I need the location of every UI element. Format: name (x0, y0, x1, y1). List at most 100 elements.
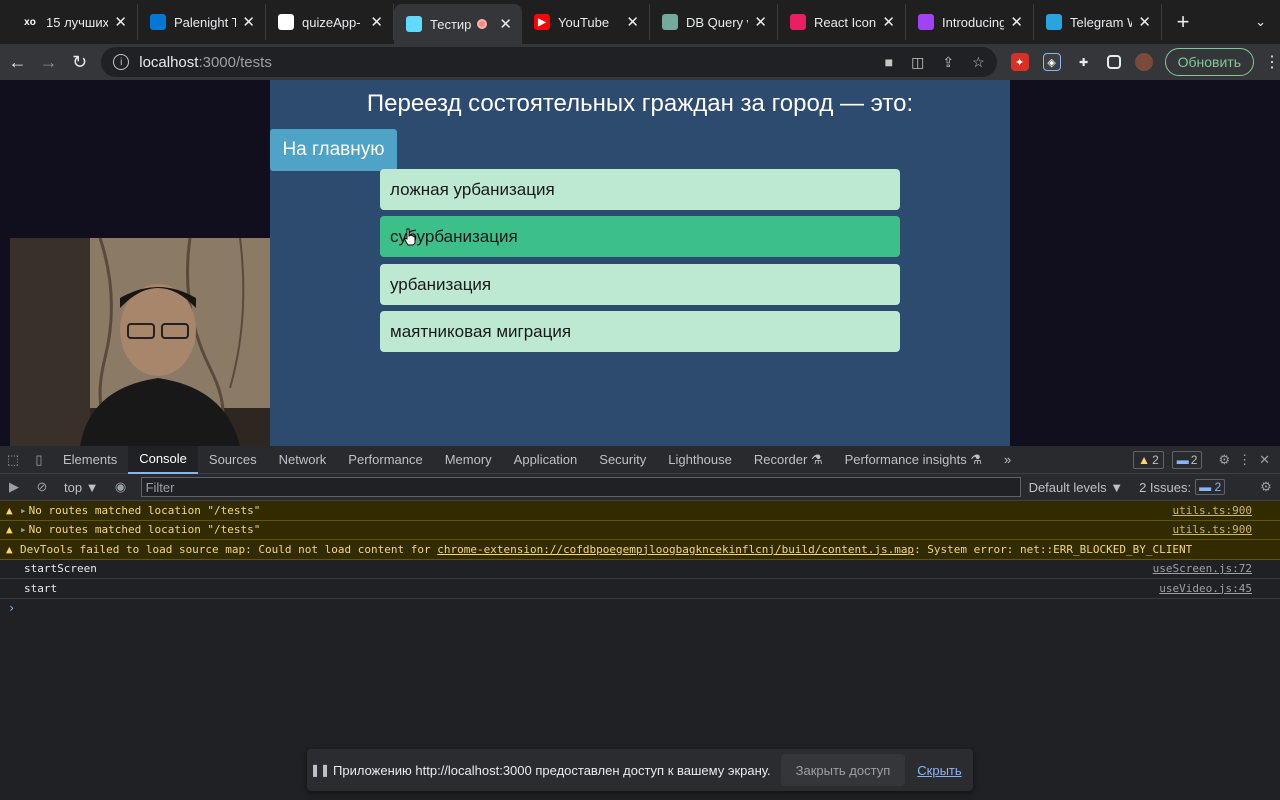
warning-icon: ▲ (6, 542, 13, 556)
devtools-tab[interactable]: Console (128, 445, 198, 474)
menu-icon[interactable]: ⋮ (1264, 52, 1280, 72)
device-toggle-icon[interactable]: ▯ (26, 446, 52, 474)
url-path: :3000/tests (198, 53, 272, 71)
share-icon[interactable]: ⇪ (942, 54, 954, 71)
reload-icon[interactable]: ↻ (66, 46, 93, 78)
tab-title: Telegram W (1070, 14, 1132, 30)
browser-tab[interactable]: Тестир ✕ (394, 4, 522, 44)
answer-option[interactable]: маятниковая миграция (380, 311, 900, 352)
warning-icon: ▲ (6, 503, 13, 517)
answer-option[interactable]: урбанизация (380, 264, 900, 305)
home-button[interactable]: На главную (270, 129, 397, 171)
tab-title: Palenight T (174, 14, 237, 30)
browser-tab[interactable]: ▶ YouTube ✕ (522, 4, 650, 40)
devtools-tab[interactable]: Security (588, 446, 657, 474)
browser-tab[interactable]: quizeApp- ✕ (266, 4, 394, 40)
browser-toolbar: ← → ↻ i localhost:3000/tests ■ ◫ ⇪ ☆ ✦ ◈… (0, 44, 1280, 80)
close-icon[interactable]: ✕ (1138, 13, 1151, 31)
browser-tab[interactable]: xo 15 лучших ✕ (10, 4, 138, 40)
expand-icon[interactable]: ▸ (20, 523, 27, 536)
tab-search-icon[interactable]: ⌄ (1255, 14, 1266, 30)
console-prompt[interactable]: › (0, 599, 1280, 617)
more-tabs-icon[interactable]: » (993, 446, 1022, 474)
source-link[interactable]: utils.ts:900 (1173, 504, 1252, 517)
screen-share-bar: ❚❚ Приложению http://localhost:3000 пред… (307, 749, 973, 791)
stop-sharing-button[interactable]: Закрыть доступ (780, 754, 906, 786)
source-map-link[interactable]: chrome-extension://cofdbpoegempjloogbagk… (437, 543, 914, 556)
filter-input[interactable]: Filter (140, 477, 1021, 497)
tab-strip: xo 15 лучших ✕ Palenight T ✕ quizeApp- ✕ Тестир… (0, 0, 1280, 44)
back-icon[interactable]: ← (4, 46, 31, 78)
extension-red-icon[interactable]: ✦ (1010, 53, 1029, 71)
close-icon[interactable]: ✕ (754, 13, 767, 31)
messages-badge[interactable]: ▬ 2 (1171, 450, 1203, 469)
browser-tab[interactable]: Palenight T ✕ (138, 4, 266, 40)
inspect-icon[interactable]: ⬚ (0, 446, 26, 474)
bookmark-star-icon[interactable]: ☆ (972, 54, 985, 71)
browser-tab[interactable]: Telegram W ✕ (1034, 4, 1162, 40)
browser-tab[interactable]: Introducing ✕ (906, 4, 1034, 40)
console-message-text: DevTools failed to load source map: Coul… (20, 542, 1193, 556)
console-settings-icon[interactable]: ⚙ (1252, 479, 1280, 495)
openai-icon (662, 14, 678, 30)
close-icon[interactable]: ✕ (626, 13, 639, 31)
hand-cursor-icon (404, 228, 416, 246)
close-icon[interactable]: ✕ (242, 13, 255, 31)
console-message: start useVideo.js:45 (0, 579, 1280, 599)
source-link[interactable]: useVideo.js:45 (1159, 582, 1252, 595)
close-icon[interactable]: ✕ (882, 13, 895, 31)
log-levels-dropdown[interactable]: Default levels ▼ (1029, 480, 1124, 495)
camera-icon[interactable]: ■ (885, 54, 893, 71)
devtools-tab[interactable]: Lighthouse (657, 446, 743, 474)
site-info-icon[interactable]: i (113, 54, 130, 70)
devtools-tab[interactable]: Sources (198, 446, 268, 474)
hide-link[interactable]: Скрыть (917, 763, 961, 778)
console-message: ▲ ▸ No routes matched location "/tests" uti… (0, 520, 1280, 540)
translate-icon[interactable]: ◫ (911, 54, 924, 71)
webcam-overlay (10, 238, 270, 446)
forward-icon[interactable]: → (35, 46, 62, 78)
devtools-menu-icon[interactable]: ⋮ (1238, 452, 1251, 468)
devtools-tab[interactable]: Recorder ⚗ (743, 446, 834, 474)
context-selector[interactable]: top ▼ (56, 480, 107, 495)
sidebar-toggle-icon[interactable]: ▶ (0, 479, 28, 495)
extension-box-icon[interactable]: ◈ (1042, 53, 1061, 71)
source-link[interactable]: utils.ts:900 (1173, 523, 1252, 536)
github-icon (278, 14, 294, 30)
xo-icon: xo (22, 14, 38, 30)
eye-icon[interactable]: ◉ (107, 479, 135, 495)
devtools-tab[interactable]: Elements (52, 446, 128, 474)
webcam-image (10, 238, 270, 446)
issues-button[interactable]: 2 Issues: ▬ 2 (1139, 479, 1226, 495)
devtools-tab[interactable]: Application (503, 446, 589, 474)
question-title: Переезд состоятельных граждан за город —… (366, 90, 914, 117)
devtools-settings-icon[interactable]: ⚙ (1218, 452, 1230, 468)
update-button[interactable]: Обновить (1164, 48, 1255, 76)
close-icon[interactable]: ✕ (1010, 13, 1023, 31)
close-icon[interactable]: ✕ (499, 15, 512, 33)
browser-tab[interactable]: React Icon ✕ (778, 4, 906, 40)
tab-title: Тестир (430, 16, 472, 32)
console-toolbar: ▶ ⊘ top ▼ ◉ Filter Default levels ▼ 2 Is… (0, 474, 1280, 501)
clear-console-icon[interactable]: ⊘ (28, 479, 56, 495)
avatar[interactable] (1134, 53, 1153, 71)
devtools-tab[interactable]: Performance (337, 446, 433, 474)
answer-option[interactable]: субурбанизация (380, 216, 900, 257)
address-bar[interactable]: i localhost:3000/tests ■ ◫ ⇪ ☆ (101, 47, 997, 77)
console-message-text: ▸ No routes matched location "/tests" (20, 503, 261, 517)
devtools-tabbar: ⬚ ▯ Elements Console Sources Network Perform… (0, 445, 1280, 474)
close-icon[interactable]: ✕ (114, 13, 127, 31)
warnings-badge[interactable]: ▲ 2 (1133, 450, 1164, 469)
side-panel-icon[interactable] (1106, 55, 1121, 69)
devtools-tab[interactable]: Network (268, 446, 338, 474)
close-icon[interactable]: ✕ (370, 13, 383, 31)
devtools-close-icon[interactable]: ✕ (1259, 452, 1270, 468)
answer-option[interactable]: ложная урбанизация (380, 169, 900, 210)
puzzle-icon[interactable]: ✚ (1075, 53, 1093, 71)
expand-icon[interactable]: ▸ (20, 504, 27, 517)
source-link[interactable]: useScreen.js:72 (1153, 562, 1252, 575)
browser-tab[interactable]: DB Query v ✕ (650, 4, 778, 40)
devtools-tab[interactable]: Performance insights ⚗ (834, 446, 993, 474)
new-tab-icon[interactable]: + (1168, 4, 1198, 40)
devtools-tab[interactable]: Memory (434, 446, 503, 474)
